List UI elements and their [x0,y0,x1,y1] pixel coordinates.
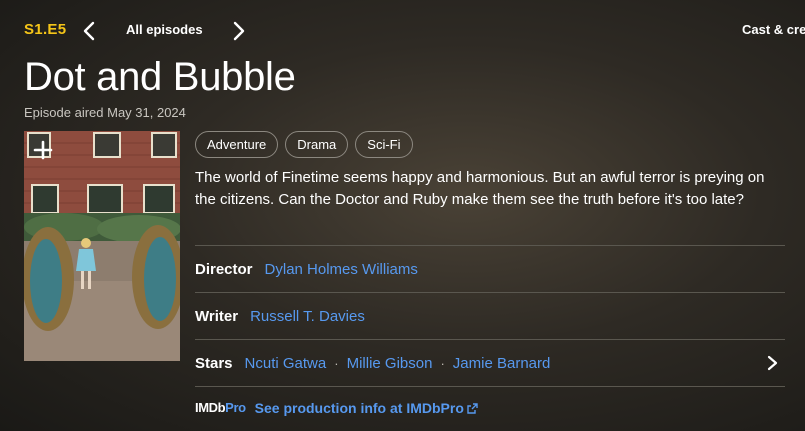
cast-crew-link[interactable]: Cast & crew [742,22,805,37]
writer-link[interactable]: Russell T. Davies [250,308,365,325]
genre-chip-drama[interactable]: Drama [285,131,349,158]
next-episode-button[interactable] [227,19,249,43]
director-label: Director [195,260,253,278]
stars-row[interactable]: Stars Ncuti Gatwa · Millie Gibson · Jami… [195,339,785,386]
plus-icon[interactable] [32,139,54,161]
episode-code: S1.E5 [24,21,67,38]
episode-poster[interactable] [24,131,180,361]
star-separator: · [440,355,445,371]
chevron-right-icon [233,21,245,41]
episode-title: Dot and Bubble [24,55,296,99]
genre-chip-adventure[interactable]: Adventure [195,131,279,158]
episode-navigation-bar: S1.E5 All episodes Cast & crew [0,0,805,62]
genre-chips: Adventure Drama Sci-Fi [195,131,413,158]
star-link[interactable]: Ncuti Gatwa [245,355,327,372]
imdbpro-row: IMDbPro See production info at IMDbPro [195,386,785,428]
chevron-left-icon [83,21,95,41]
genre-chip-sci-fi[interactable]: Sci-Fi [355,131,413,158]
stars-label: Stars [195,354,233,372]
star-link[interactable]: Millie Gibson [347,355,433,372]
writer-label: Writer [195,307,239,325]
imdbpro-production-link[interactable]: See production info at IMDbPro [255,400,478,416]
star-link[interactable]: Jamie Barnard [453,355,551,372]
imdbpro-link-label: See production info at IMDbPro [254,399,464,416]
external-link-icon [467,402,478,414]
previous-episode-button[interactable] [79,19,101,43]
star-separator: · [334,355,339,371]
plot-summary: The world of Finetime seems happy and ha… [195,169,765,208]
director-row: Director Dylan Holmes Williams [195,245,785,292]
air-date: Episode aired May 31, 2024 [24,105,186,120]
all-episodes-link[interactable]: All episodes [126,22,203,37]
imdbpro-logo-pro: Pro [225,400,246,415]
chevron-right-icon[interactable] [765,355,779,371]
imdbpro-logo: IMDbPro [195,400,246,415]
poster-image [24,131,180,361]
imdbpro-logo-imdb: IMDb [195,400,226,415]
director-link[interactable]: Dylan Holmes Williams [265,261,418,278]
writer-row: Writer Russell T. Davies [195,292,785,339]
